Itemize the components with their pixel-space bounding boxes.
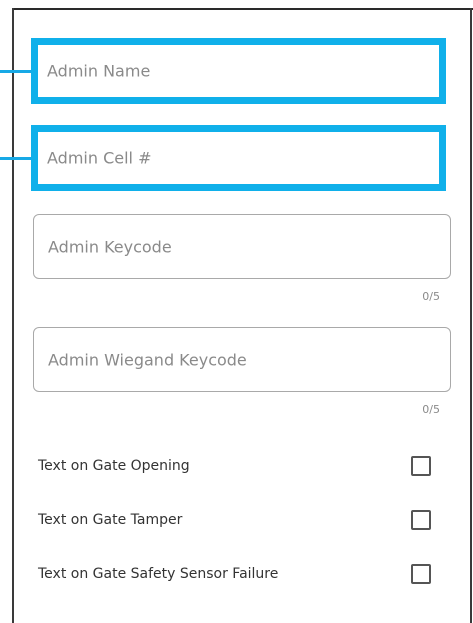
admin-wiegand-placeholder: Admin Wiegand Keycode — [48, 350, 247, 369]
safety-sensor-label: Text on Gate Safety Sensor Failure — [38, 566, 279, 582]
admin-cell-placeholder: Admin Cell # — [47, 148, 152, 168]
admin-name-placeholder: Admin Name — [47, 61, 151, 81]
admin-cell-field[interactable]: Admin Cell # — [31, 125, 446, 191]
callout-line-admin-cell — [0, 157, 33, 160]
admin-name-field[interactable]: Admin Name — [31, 38, 446, 104]
gate-opening-checkbox[interactable] — [411, 456, 431, 476]
gate-tamper-label: Text on Gate Tamper — [38, 512, 183, 528]
admin-keycode-counter: 0/5 — [422, 290, 440, 303]
checkbox-row-gate-tamper[interactable]: Text on Gate Tamper — [38, 508, 431, 532]
callout-line-admin-name — [0, 70, 33, 73]
gate-tamper-checkbox[interactable] — [411, 510, 431, 530]
admin-keycode-field[interactable]: Admin Keycode — [33, 214, 451, 279]
admin-wiegand-counter: 0/5 — [422, 403, 440, 416]
gate-opening-label: Text on Gate Opening — [38, 458, 190, 474]
panel-right-border — [470, 8, 472, 623]
safety-sensor-checkbox[interactable] — [411, 564, 431, 584]
admin-wiegand-field[interactable]: Admin Wiegand Keycode — [33, 327, 451, 392]
panel-left-border — [12, 8, 14, 623]
checkbox-row-safety-sensor[interactable]: Text on Gate Safety Sensor Failure — [38, 562, 431, 586]
admin-form-page: Admin Name Admin Cell # Admin Keycode 0/… — [0, 0, 473, 623]
admin-keycode-placeholder: Admin Keycode — [48, 237, 172, 256]
checkbox-row-gate-opening[interactable]: Text on Gate Opening — [38, 454, 431, 478]
panel-top-border — [12, 8, 473, 10]
